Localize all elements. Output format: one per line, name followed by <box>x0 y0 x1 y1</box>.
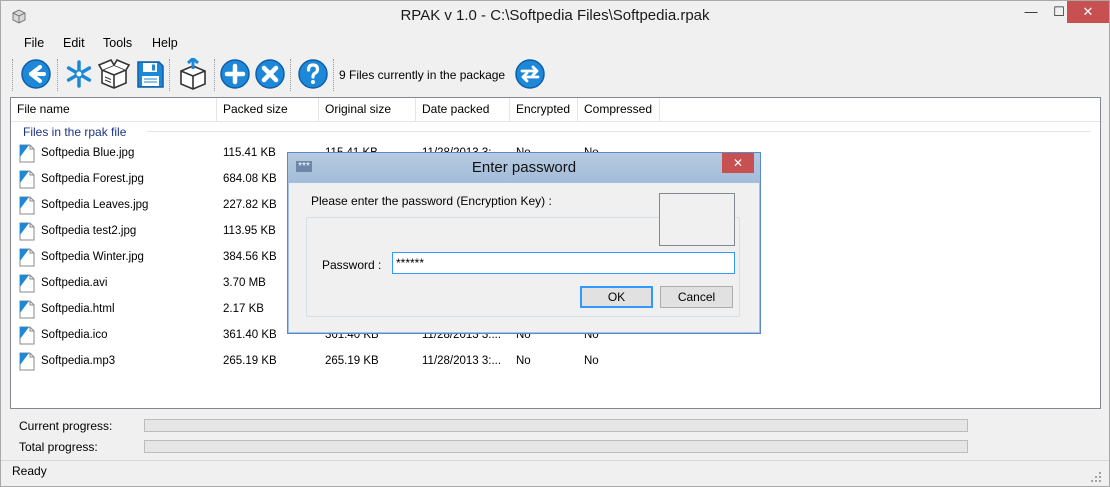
cell-encrypted: No <box>516 355 531 367</box>
cell-packed: 3.70 MB <box>223 277 266 289</box>
cell-packed: 684.08 KB <box>223 173 277 185</box>
dialog-body: Please enter the password (Encryption Ke… <box>292 183 756 329</box>
toolbar-grip <box>12 59 16 91</box>
menu-edit[interactable]: Edit <box>63 36 85 50</box>
remove-x-icon <box>255 59 285 89</box>
file-icon <box>19 352 35 371</box>
file-icon <box>19 196 35 215</box>
cell-name: Softpedia.ico <box>41 329 108 341</box>
total-progress-label: Total progress: <box>19 440 98 454</box>
dialog-title: Enter password <box>471 159 577 176</box>
ok-button[interactable]: OK <box>580 286 653 308</box>
resize-grip-icon[interactable] <box>1091 472 1101 482</box>
menu-tools[interactable]: Tools <box>103 36 132 50</box>
password-dialog: *** Enter password ✕ Please enter the pa… <box>287 152 761 334</box>
refresh-sync-icon <box>515 59 545 89</box>
column-date-packed[interactable]: Date packed <box>416 98 510 122</box>
back-arrow-icon <box>21 59 51 89</box>
cell-name: Softpedia.mp3 <box>41 355 116 367</box>
file-icon <box>19 274 35 293</box>
toolbar-separator <box>333 59 337 91</box>
cell-name: Softpedia test2.jpg <box>41 225 137 237</box>
window-title: RPAK v 1.0 - C:\Softpedia Files\Softpedi… <box>400 7 710 24</box>
remove-button[interactable] <box>254 58 286 90</box>
file-icon <box>19 144 35 163</box>
title-bar[interactable]: RPAK v 1.0 - C:\Softpedia Files\Softpedi… <box>1 1 1109 32</box>
file-icon <box>19 222 35 241</box>
cell-packed: 2.17 KB <box>223 303 264 315</box>
back-button[interactable] <box>20 58 52 90</box>
list-header: File name Packed size Original size Date… <box>11 98 1100 122</box>
cell-name: Softpedia Forest.jpg <box>41 173 144 185</box>
menu-help[interactable]: Help <box>152 36 178 50</box>
cell-name: Softpedia.avi <box>41 277 108 289</box>
cell-name: Softpedia Leaves.jpg <box>41 199 149 211</box>
column-original-size[interactable]: Original size <box>319 98 416 122</box>
help-button[interactable] <box>297 58 329 90</box>
cell-packed: 384.56 KB <box>223 251 277 263</box>
current-progress-bar <box>144 419 968 432</box>
save-floppy-icon <box>137 61 164 88</box>
cell-name: Softpedia Blue.jpg <box>41 147 135 159</box>
password-input[interactable] <box>392 252 735 274</box>
cell-date: 11/28/2013 3:... <box>422 355 502 367</box>
column-packed-size[interactable]: Packed size <box>217 98 319 122</box>
refresh-button[interactable] <box>514 58 546 90</box>
toolbar: 9 Files currently in the package <box>1 55 1109 95</box>
cell-packed: 115.41 KB <box>223 147 276 159</box>
column-compressed[interactable]: Compressed <box>578 98 660 122</box>
cell-name: Softpedia Winter.jpg <box>41 251 144 263</box>
close-button[interactable]: ✕ <box>1067 1 1109 23</box>
open-package-icon <box>98 58 130 89</box>
extract-package-icon <box>180 58 206 90</box>
file-icon <box>19 248 35 267</box>
add-button[interactable] <box>219 58 251 90</box>
group-divider <box>147 131 1091 132</box>
menu-bar: File Edit Tools Help <box>1 33 1109 53</box>
cell-name: Softpedia.html <box>41 303 115 315</box>
save-button[interactable] <box>134 58 166 90</box>
toolbar-separator <box>57 59 61 91</box>
column-encrypted[interactable]: Encrypted <box>510 98 578 122</box>
status-text: Ready <box>12 464 47 478</box>
toolbar-separator <box>169 59 173 91</box>
dialog-prompt: Please enter the password (Encryption Ke… <box>311 194 552 208</box>
toolbar-separator <box>290 59 294 91</box>
cell-packed: 227.82 KB <box>223 199 277 211</box>
asterisk-new-icon <box>66 60 92 88</box>
list-item[interactable]: Softpedia.mp3 265.19 KB 265.19 KB 11/28/201… <box>11 349 1100 375</box>
column-file-name[interactable]: File name <box>11 98 217 122</box>
cell-compressed: No <box>584 355 599 367</box>
status-bar: Ready <box>1 460 1109 486</box>
toolbar-separator <box>214 59 218 91</box>
main-window: RPAK v 1.0 - C:\Softpedia Files\Softpedi… <box>0 0 1110 487</box>
cell-original: 265.19 KB <box>325 355 379 367</box>
minimize-button[interactable]: — <box>1017 1 1045 23</box>
new-button[interactable] <box>63 58 95 90</box>
file-icon <box>19 170 35 189</box>
file-count-status: 9 Files currently in the package <box>339 68 506 82</box>
dialog-close-button[interactable]: ✕ <box>722 153 754 173</box>
open-button[interactable] <box>98 58 130 90</box>
progress-panel: Current progress: Total progress: <box>10 412 1101 458</box>
file-icon <box>19 300 35 319</box>
cancel-button[interactable]: Cancel <box>660 286 733 308</box>
password-label: Password : <box>322 258 382 272</box>
cell-packed: 361.40 KB <box>223 329 277 341</box>
extract-button[interactable] <box>177 58 209 90</box>
file-icon <box>19 326 35 345</box>
cell-packed: 265.19 KB <box>223 355 277 367</box>
menu-file[interactable]: File <box>24 36 44 50</box>
dialog-image-box <box>659 193 735 246</box>
current-progress-label: Current progress: <box>19 419 113 433</box>
cell-packed: 113.95 KB <box>223 225 276 237</box>
group-header[interactable]: Files in the rpak file <box>23 125 126 139</box>
total-progress-bar <box>144 440 968 453</box>
dialog-title-bar[interactable]: *** Enter password ✕ <box>288 153 760 183</box>
help-question-icon <box>298 59 328 89</box>
add-plus-icon <box>220 59 250 89</box>
